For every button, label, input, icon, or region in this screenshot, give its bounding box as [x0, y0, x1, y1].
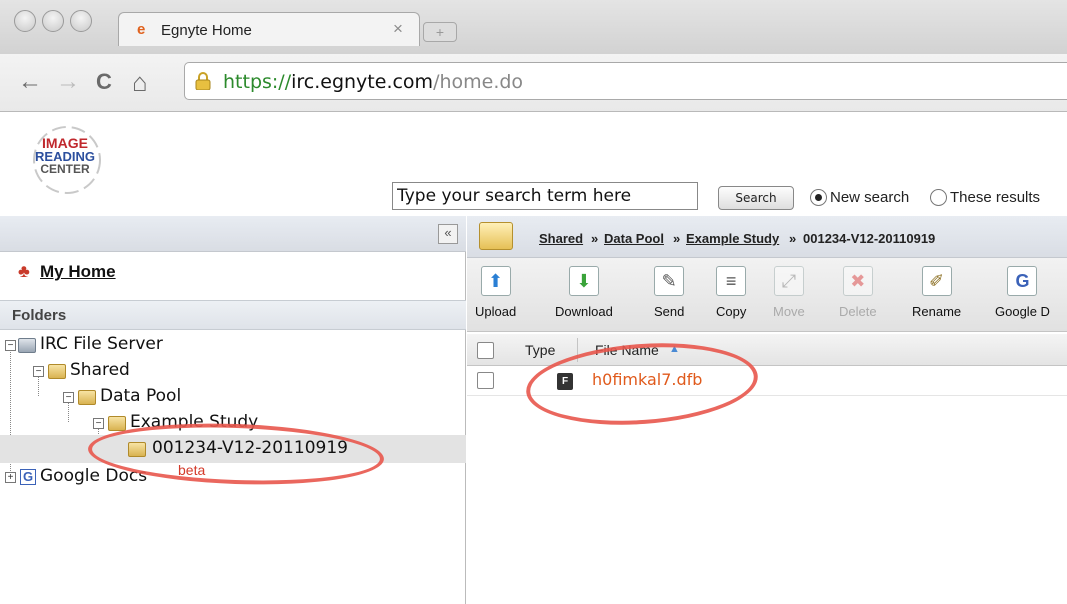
forward-arrow-icon[interactable]: → — [56, 69, 80, 95]
svg-text:CENTER: CENTER — [40, 162, 90, 176]
lock-icon — [195, 72, 211, 90]
folders-section-header: Folders — [0, 300, 466, 330]
home-icon[interactable]: ⌂ — [132, 69, 148, 95]
reload-icon[interactable]: C — [96, 69, 112, 95]
breadcrumb-data-pool[interactable]: Data Pool — [604, 231, 664, 246]
google-docs-label: Google D — [995, 304, 1050, 319]
folders-title: Folders — [12, 307, 67, 324]
delete-label: Delete — [839, 304, 877, 319]
upload-label: Upload — [475, 304, 517, 319]
rename-pencil-icon: ✐ — [921, 266, 952, 296]
close-window-button[interactable] — [14, 10, 36, 32]
move-button[interactable]: ⤢ Move — [773, 266, 805, 319]
address-bar[interactable]: https://irc.egnyte.com/home.do — [184, 62, 1067, 100]
breadcrumb-shared[interactable]: Shared — [539, 231, 583, 246]
move-label: Move — [773, 304, 805, 319]
collapse-toggle[interactable]: − — [63, 392, 74, 403]
collapse-toggle[interactable]: − — [5, 340, 16, 351]
google-docs-icon: G — [20, 469, 36, 485]
folder-sidebar: « ♣ My Home Folders − IRC File Server − … — [0, 216, 466, 604]
row-checkbox[interactable] — [477, 372, 494, 389]
these-results-label: These results — [950, 189, 1041, 206]
zoom-window-button[interactable] — [70, 10, 92, 32]
copy-button[interactable]: ≡ Copy — [716, 266, 746, 319]
my-home-label: My Home — [40, 262, 116, 281]
collapse-sidebar-button[interactable]: « — [438, 224, 458, 244]
collapse-toggle[interactable]: − — [33, 366, 44, 377]
search-button[interactable]: Search — [718, 186, 794, 210]
server-icon — [18, 338, 36, 353]
select-all-checkbox[interactable] — [477, 342, 494, 359]
delete-icon: ✖ — [842, 266, 873, 296]
breadcrumb-separator: » — [673, 231, 681, 246]
these-results-radio[interactable] — [930, 189, 947, 206]
tab-title: Egnyte Home — [161, 22, 252, 39]
delete-button[interactable]: ✖ Delete — [839, 266, 877, 319]
image-reading-center-logo: IMAGE READING CENTER — [33, 126, 101, 194]
google-docs-icon: G — [1007, 266, 1038, 296]
my-home-link[interactable]: ♣ My Home — [18, 261, 116, 282]
column-type[interactable]: Type — [525, 342, 555, 358]
upload-button[interactable]: ⬆ Upload — [475, 266, 516, 319]
tree-item-data-pool[interactable]: Data Pool — [100, 386, 181, 406]
minimize-window-button[interactable] — [42, 10, 64, 32]
breadcrumb-example-study[interactable]: Example Study — [686, 231, 779, 246]
home-people-icon: ♣ — [18, 261, 30, 281]
rename-button[interactable]: ✐ Rename — [912, 266, 961, 319]
paperclip-icon: ✎ — [654, 266, 685, 296]
download-label: Download — [555, 304, 613, 319]
search-input[interactable] — [392, 182, 698, 210]
breadcrumb: Shared » Data Pool » Example Study » 001… — [467, 216, 1067, 258]
egnyte-favicon-icon: e — [137, 21, 146, 38]
copy-label: Copy — [716, 304, 747, 319]
folder-icon — [479, 222, 513, 250]
tree-item-irc-file-server[interactable]: IRC File Server — [40, 334, 163, 354]
send-label: Send — [654, 304, 685, 319]
url-text: https://irc.egnyte.com/home.do — [223, 71, 524, 93]
browser-tab-bar: e Egnyte Home × + — [0, 0, 1067, 54]
rename-label: Rename — [912, 304, 962, 319]
folder-icon — [48, 364, 66, 379]
new-search-radio[interactable] — [810, 189, 827, 206]
back-arrow-icon[interactable]: ← — [18, 69, 42, 95]
tree-item-shared[interactable]: Shared — [70, 360, 130, 380]
download-button[interactable]: ⬇ Download — [555, 266, 613, 319]
download-arrow-icon: ⬇ — [568, 266, 599, 296]
new-tab-button[interactable]: + — [423, 22, 457, 42]
breadcrumb-separator: » — [789, 231, 797, 246]
new-search-label: New search — [830, 189, 910, 206]
breadcrumb-current-folder: 001234-V12-20110919 — [803, 231, 936, 246]
tab-close-icon[interactable]: × — [393, 19, 403, 39]
upload-arrow-icon: ⬆ — [480, 266, 511, 296]
sidebar-header: « — [0, 216, 466, 252]
google-docs-button[interactable]: G Google D — [995, 266, 1050, 319]
folder-icon — [78, 390, 96, 405]
send-button[interactable]: ✎ Send — [654, 266, 684, 319]
move-icon: ⤢ — [773, 266, 804, 296]
copy-icon: ≡ — [716, 266, 747, 296]
collapse-toggle[interactable]: − — [93, 418, 104, 429]
file-toolbar: ⬆ Upload ⬇ Download ✎ Send ≡ Copy ⤢ Move… — [467, 258, 1067, 332]
breadcrumb-separator: » — [591, 231, 599, 246]
browser-toolbar: ← → C ⌂ https://irc.egnyte.com/home.do — [0, 54, 1067, 112]
folder-icon — [108, 416, 126, 431]
browser-tab[interactable]: e Egnyte Home × — [118, 12, 420, 46]
expand-toggle[interactable]: + — [5, 472, 16, 483]
